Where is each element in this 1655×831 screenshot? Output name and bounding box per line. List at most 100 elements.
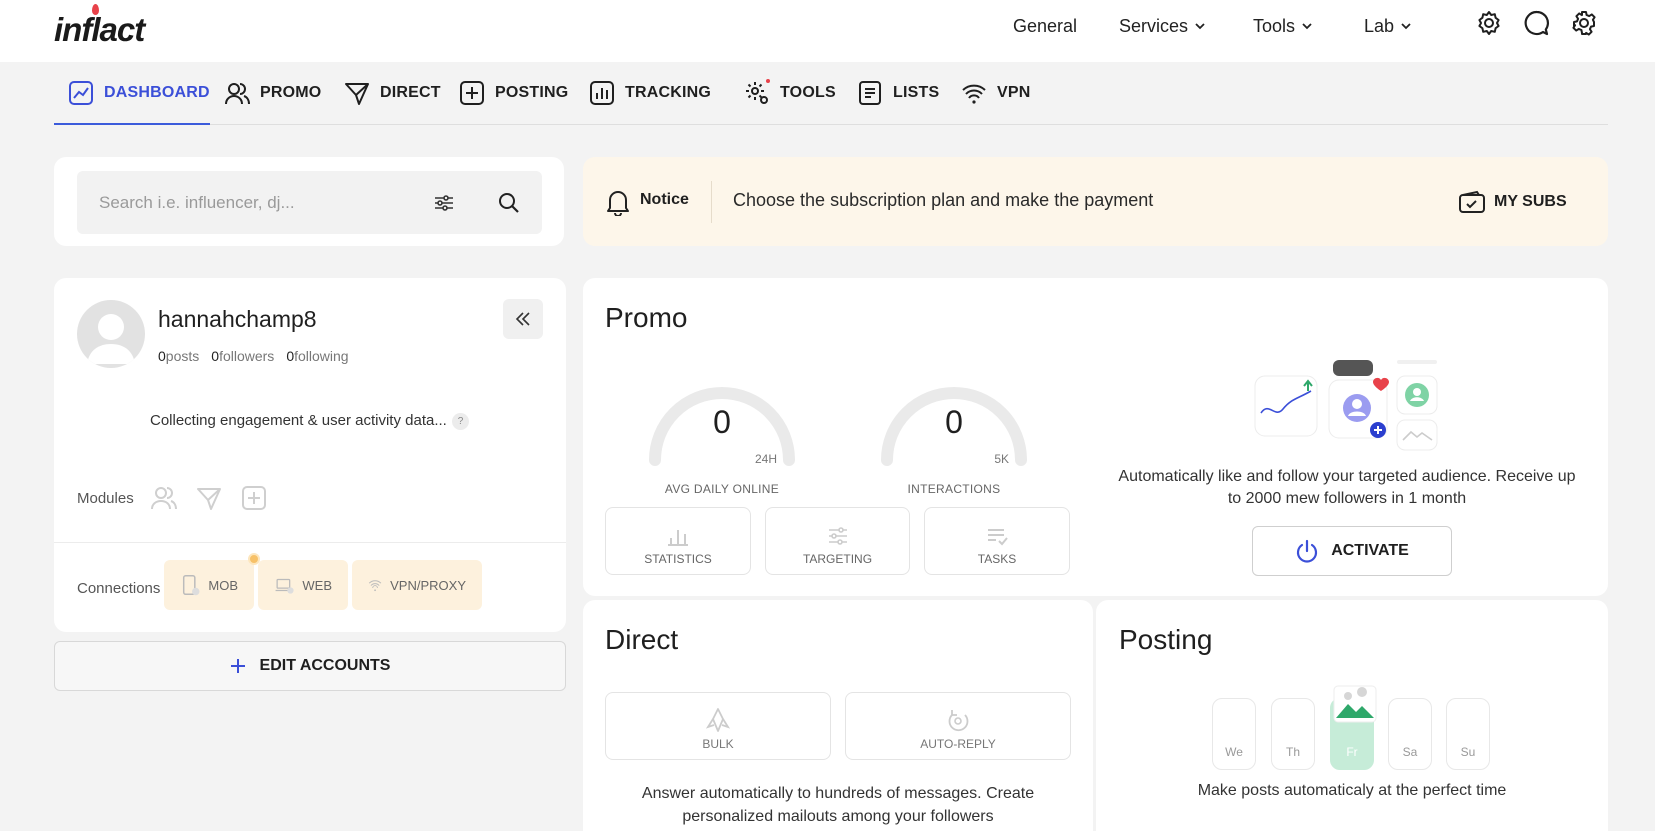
status-text: Collecting engagement & user activity da… — [150, 412, 447, 429]
tab-label: LISTS — [893, 84, 940, 101]
double-chevron-left-icon — [515, 312, 530, 326]
wifi-icon — [962, 84, 986, 104]
following-stat[interactable]: 0following — [286, 348, 348, 364]
top-nav-label: Services — [1119, 15, 1189, 36]
tab-label: TOOLS — [780, 84, 836, 101]
profile-card: hannahchamp8 0posts 0followers 0followin… — [54, 278, 566, 632]
followers-stat[interactable]: 0followers — [211, 348, 274, 364]
main-tabs: DASHBOARD PROMO DIRECT POSTING TRACKING … — [54, 62, 1608, 125]
posting-card: Posting We Th Fr Sa Su Make posts automa… — [1096, 600, 1608, 831]
followers-count: 0 — [211, 348, 220, 364]
filter-icon[interactable] — [432, 191, 456, 215]
followers-label: followers — [219, 348, 275, 364]
settings-icon[interactable] — [1475, 9, 1503, 37]
day-we[interactable]: We — [1212, 698, 1256, 770]
tab-promo[interactable]: PROMO — [224, 78, 321, 108]
gauge-value: 0 — [945, 404, 963, 440]
interactions-gauge: 0 5K INTERACTIONS — [879, 356, 1029, 496]
targeting-button[interactable]: TARGETING — [765, 507, 910, 575]
tab-vpn[interactable]: VPN — [961, 78, 1031, 108]
tab-posting[interactable]: POSTING — [459, 78, 568, 108]
edit-accounts-button[interactable]: EDIT ACCOUNTS — [54, 641, 566, 691]
tab-dashboard[interactable]: DASHBOARD — [68, 78, 210, 108]
reply-icon — [948, 710, 969, 732]
promo-description: Automatically like and follow your targe… — [1118, 468, 1576, 507]
top-nav-tools[interactable]: Tools — [1253, 14, 1314, 38]
collapse-button[interactable] — [503, 299, 543, 339]
day-label: Fr — [1346, 745, 1358, 759]
tab-label: DASHBOARD — [104, 84, 210, 101]
notice-label: Notice — [640, 191, 689, 208]
modules-label: Modules — [77, 490, 134, 507]
gauge-label: INTERACTIONS — [907, 482, 1001, 496]
profile-stats: 0posts 0followers 0following — [158, 348, 349, 364]
day-label: Sa — [1402, 745, 1418, 759]
default-avatar-icon — [87, 314, 135, 364]
active-tab-indicator — [54, 123, 210, 125]
tab-label: DIRECT — [380, 84, 441, 101]
plus-icon — [230, 659, 245, 673]
mobile-icon — [182, 574, 200, 596]
posts-count: 0 — [158, 348, 166, 364]
my-subs-button[interactable]: MY SUBS — [1458, 187, 1567, 217]
search-box — [77, 171, 542, 234]
day-sa[interactable]: Sa — [1388, 698, 1432, 770]
top-nav-general[interactable]: General — [1013, 14, 1077, 38]
day-th[interactable]: Th — [1271, 698, 1315, 770]
search-icon[interactable] — [497, 191, 521, 215]
activate-button[interactable]: ACTIVATE — [1252, 526, 1452, 576]
avg-daily-online-gauge: 0 24H AVG DAILY ONLINE — [647, 356, 797, 496]
promo-module-icon[interactable] — [150, 484, 178, 512]
chat-icon[interactable] — [1523, 9, 1551, 37]
notice-text: Choose the subscription plan and make th… — [733, 190, 1154, 210]
posting-module-icon[interactable] — [240, 484, 268, 512]
tab-lists[interactable]: LISTS — [857, 78, 939, 108]
following-count: 0 — [286, 348, 295, 364]
connection-label: MOB — [208, 577, 238, 593]
tab-label: POSTING — [495, 84, 569, 101]
posting-title: Posting — [1119, 624, 1213, 655]
button-label: TASKS — [977, 552, 1017, 566]
posts-stat[interactable]: 0posts — [158, 348, 199, 364]
search-input[interactable] — [77, 171, 417, 234]
laptop-icon — [275, 578, 294, 594]
promo-card: Promo 0 24H AVG DAILY ONLINE 0 5K INTERA… — [583, 278, 1608, 596]
top-nav-lab[interactable]: Lab — [1364, 14, 1413, 38]
day-su[interactable]: Su — [1446, 698, 1490, 770]
connection-mob-button[interactable]: MOB — [164, 560, 254, 610]
chevron-down-icon — [1195, 23, 1205, 30]
top-nav-label: Lab — [1364, 15, 1395, 36]
image-post-icon — [1333, 685, 1377, 723]
cog-icon — [746, 82, 768, 104]
bulk-button[interactable]: BULK — [605, 692, 831, 760]
username[interactable]: hannahchamp8 — [158, 306, 317, 333]
help-icon[interactable]: ? — [452, 413, 469, 430]
plus-square-icon — [460, 81, 484, 105]
direct-module-icon[interactable] — [195, 484, 223, 512]
logo[interactable]: inflact — [54, 4, 158, 48]
notice-banner: Notice Choose the subscription plan and … — [583, 157, 1608, 246]
tab-label: PROMO — [260, 84, 322, 101]
statistics-button[interactable]: STATISTICS — [605, 507, 751, 575]
connection-web-button[interactable]: WEB — [258, 560, 348, 610]
tab-tools[interactable]: TOOLS — [744, 78, 836, 108]
day-label: Th — [1285, 745, 1300, 759]
bell-icon — [607, 191, 629, 216]
direct-description: Answer automatically to hundreds of mess… — [641, 785, 1035, 825]
connection-vpn-proxy-button[interactable]: VPN/PROXY — [352, 560, 482, 610]
avatar[interactable] — [77, 300, 145, 368]
auto-reply-button[interactable]: AUTO-REPLY — [845, 692, 1071, 760]
gear-icon[interactable] — [1570, 9, 1598, 37]
day-label: Su — [1460, 745, 1476, 759]
connections-label: Connections — [77, 580, 161, 597]
top-nav-services[interactable]: Services — [1119, 14, 1207, 38]
send-icon — [345, 83, 369, 105]
tab-tracking[interactable]: TRACKING — [589, 78, 711, 108]
day-label: We — [1225, 745, 1243, 759]
tab-direct[interactable]: DIRECT — [344, 78, 441, 108]
tasks-button[interactable]: TASKS — [924, 507, 1070, 575]
direct-card: Direct BULK AUTO-REPLY Answer automatica… — [583, 600, 1093, 831]
checklist-icon — [988, 529, 1008, 546]
gauge-label: AVG DAILY ONLINE — [664, 482, 780, 496]
activate-label: ACTIVATE — [1331, 542, 1409, 559]
